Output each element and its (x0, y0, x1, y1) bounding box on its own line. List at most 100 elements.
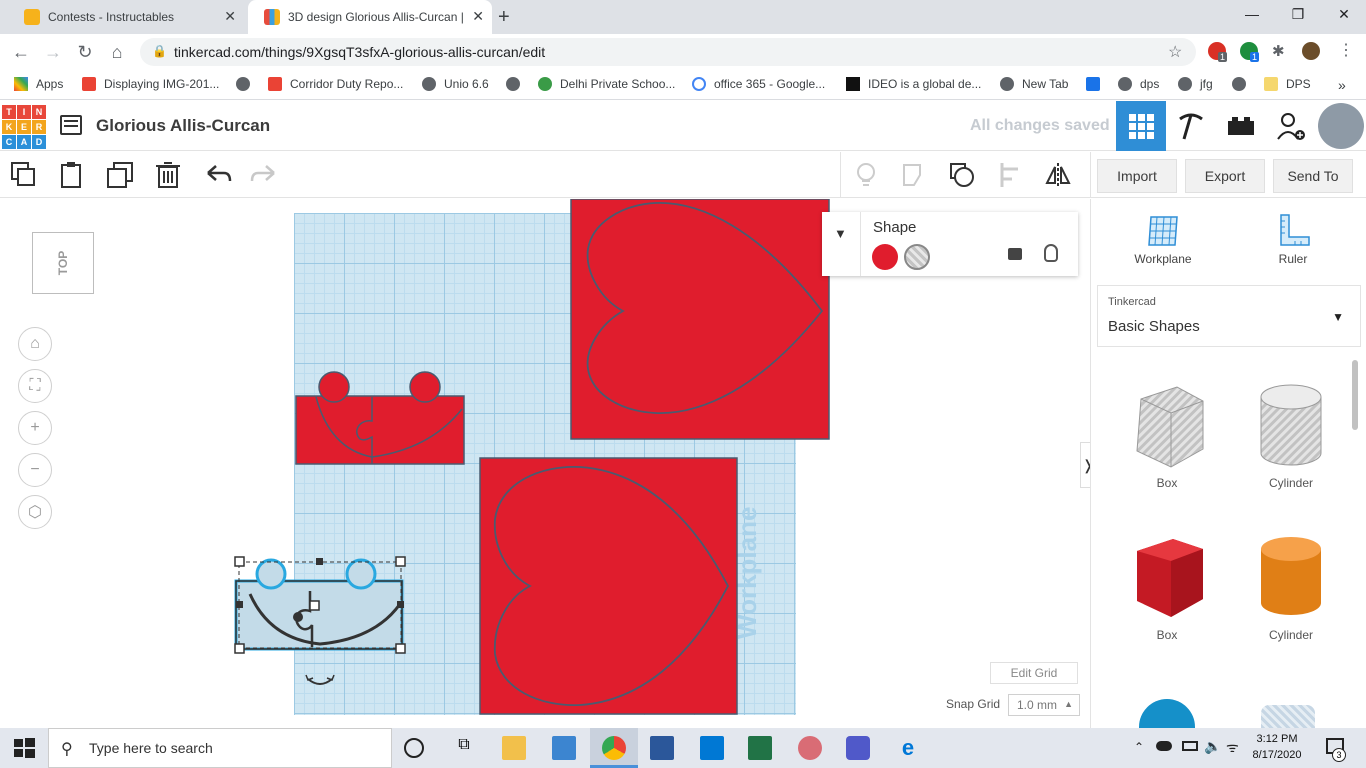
bookmark-office365[interactable]: office 365 - Google... (692, 77, 825, 91)
taskbar-search[interactable]: ⚲ Type here to search (48, 728, 392, 768)
bookmark-delhi-school[interactable]: Delhi Private Schoo... (538, 77, 675, 91)
3d-view-button[interactable] (1116, 101, 1166, 151)
excel-icon[interactable] (748, 736, 772, 760)
puzzle-piece[interactable] (295, 371, 465, 465)
file-explorer-icon[interactable] (502, 736, 526, 760)
bookmark-unio[interactable]: Unio 6.6 (422, 77, 489, 91)
heart-square-top[interactable] (570, 199, 830, 440)
close-icon[interactable]: ✕ (224, 8, 236, 25)
new-tab-button[interactable]: + (498, 6, 510, 29)
word-icon[interactable] (650, 736, 674, 760)
bookmark-globe-2[interactable] (506, 77, 528, 91)
hole-swatch[interactable] (904, 244, 930, 270)
workplane-tool[interactable]: Workplane (1123, 213, 1203, 266)
bookmark-arrow[interactable] (1086, 77, 1108, 91)
shape-cylinder-hole[interactable]: Cylinder (1241, 383, 1341, 490)
bookmark-gmail[interactable]: Displaying IMG-201... (82, 77, 219, 91)
snap-grid-select[interactable]: 1.0 mm ▲ (1008, 694, 1080, 716)
ruler-tool[interactable]: Ruler (1253, 213, 1333, 266)
align-icon[interactable] (998, 161, 1026, 189)
battery-icon[interactable] (1182, 741, 1198, 751)
store-icon[interactable] (552, 736, 576, 760)
import-button[interactable]: Import (1097, 159, 1177, 193)
windows-start-icon[interactable] (12, 736, 36, 760)
onedrive-icon[interactable] (1156, 741, 1172, 751)
heart-square-bottom[interactable] (479, 457, 738, 715)
task-view-icon[interactable]: ⧉ (452, 736, 476, 760)
wifi-icon[interactable]: ᯤ (1226, 738, 1239, 757)
shape-library-select[interactable]: Tinkercad Basic Shapes ▼ (1097, 285, 1361, 347)
redo-icon[interactable] (250, 161, 278, 189)
delete-icon[interactable] (154, 161, 182, 189)
bricks-button[interactable] (1216, 101, 1266, 151)
sphere-shape-icon[interactable] (1139, 699, 1195, 728)
design-title[interactable]: Glorious Allis-Curcan (96, 116, 270, 136)
bookmark-globe[interactable] (236, 77, 258, 91)
tab-tinkercad[interactable]: 3D design Glorious Allis-Curcan | ✕ (248, 0, 492, 34)
home-icon[interactable]: ⌂ (106, 42, 128, 62)
close-icon[interactable]: ✕ (472, 8, 484, 25)
group-icon[interactable] (900, 161, 928, 189)
back-icon[interactable]: ← (10, 42, 32, 62)
extensions-puzzle-icon[interactable]: ✱ (1272, 42, 1285, 60)
bookmark-corridor[interactable]: Corridor Duty Repo... (268, 77, 403, 91)
invite-user-button[interactable] (1266, 101, 1316, 151)
bookmark-dps[interactable]: dps (1118, 77, 1159, 91)
apps-grid-icon (14, 77, 28, 91)
solid-color-swatch[interactable] (872, 244, 898, 270)
selected-hole-shape[interactable] (234, 556, 406, 685)
tinkercad-logo[interactable]: T I N K E R C A D (2, 105, 46, 149)
workspace-canvas[interactable]: TOP ⌂ ⛶ + − ⬡ Workplane ▼ Shape Edit Gri… (0, 199, 1090, 728)
paint-icon[interactable] (798, 736, 822, 760)
mail-icon[interactable] (700, 736, 724, 760)
tab-contests[interactable]: Contests - Instructables ✕ (8, 0, 244, 34)
bookmark-newtab[interactable]: New Tab (1000, 77, 1068, 91)
window-close-icon[interactable]: ✕ (1334, 6, 1354, 23)
teams-icon[interactable] (846, 736, 870, 760)
collapse-chevron-icon[interactable]: ▼ (834, 226, 847, 241)
mirror-icon[interactable] (1044, 161, 1072, 189)
scribble-shape-icon[interactable] (1261, 705, 1315, 728)
shape-cylinder-solid[interactable]: Cylinder (1241, 535, 1341, 642)
ungroup-icon[interactable] (948, 161, 976, 189)
edit-grid-button[interactable]: Edit Grid (990, 662, 1078, 684)
logo-letter: K (2, 120, 16, 134)
bookmark-ideo[interactable]: IDEO is a global de... (846, 77, 981, 91)
duplicate-icon[interactable] (106, 161, 134, 189)
globe-icon (1178, 77, 1192, 91)
bookmark-star-icon[interactable]: ☆ (1168, 42, 1182, 62)
minimize-icon[interactable]: — (1242, 6, 1262, 22)
volume-icon[interactable]: 🔈 (1204, 738, 1221, 755)
bookmark-apps[interactable]: Apps (14, 77, 63, 91)
lock-icon[interactable] (1008, 248, 1022, 260)
system-clock[interactable]: 3:12 PM 8/17/2020 (1242, 731, 1312, 763)
send-to-button[interactable]: Send To (1273, 159, 1353, 193)
design-menu-icon[interactable] (60, 115, 82, 135)
shape-box-solid[interactable]: Box (1117, 535, 1217, 642)
tray-chevron-icon[interactable]: ⌃ (1134, 740, 1144, 754)
bookmark-folder-dps[interactable]: DPS (1264, 77, 1311, 91)
shapes-scrollbar[interactable] (1352, 360, 1358, 430)
visibility-bulb-icon[interactable] (1044, 244, 1058, 262)
reload-icon[interactable]: ↻ (74, 42, 96, 62)
logo-letter: T (2, 105, 16, 119)
bookmark-jfg[interactable]: jfg (1178, 77, 1213, 91)
undo-icon[interactable] (204, 161, 232, 189)
profile-avatar[interactable] (1302, 42, 1320, 60)
paste-icon[interactable] (58, 161, 86, 189)
codeblocks-button[interactable] (1166, 101, 1216, 151)
shape-label: Box (1156, 476, 1178, 490)
lightbulb-icon[interactable] (852, 161, 880, 189)
shape-box-hole[interactable]: Box (1117, 383, 1217, 490)
bookmark-globe-3[interactable] (1232, 77, 1254, 91)
address-bar[interactable]: 🔒 tinkercad.com/things/9XgsqT3sfxA-glori… (140, 38, 1196, 66)
cortana-icon[interactable] (404, 738, 424, 758)
browser-menu-icon[interactable]: ⋮ (1338, 40, 1354, 60)
export-button[interactable]: Export (1185, 159, 1265, 193)
edge-icon[interactable]: e (896, 736, 920, 760)
forward-icon[interactable]: → (42, 42, 64, 62)
maximize-icon[interactable]: ❐ (1288, 6, 1308, 23)
more-bookmarks-icon[interactable]: » (1338, 77, 1346, 93)
copy-icon[interactable] (10, 161, 38, 189)
user-avatar[interactable] (1318, 103, 1364, 149)
